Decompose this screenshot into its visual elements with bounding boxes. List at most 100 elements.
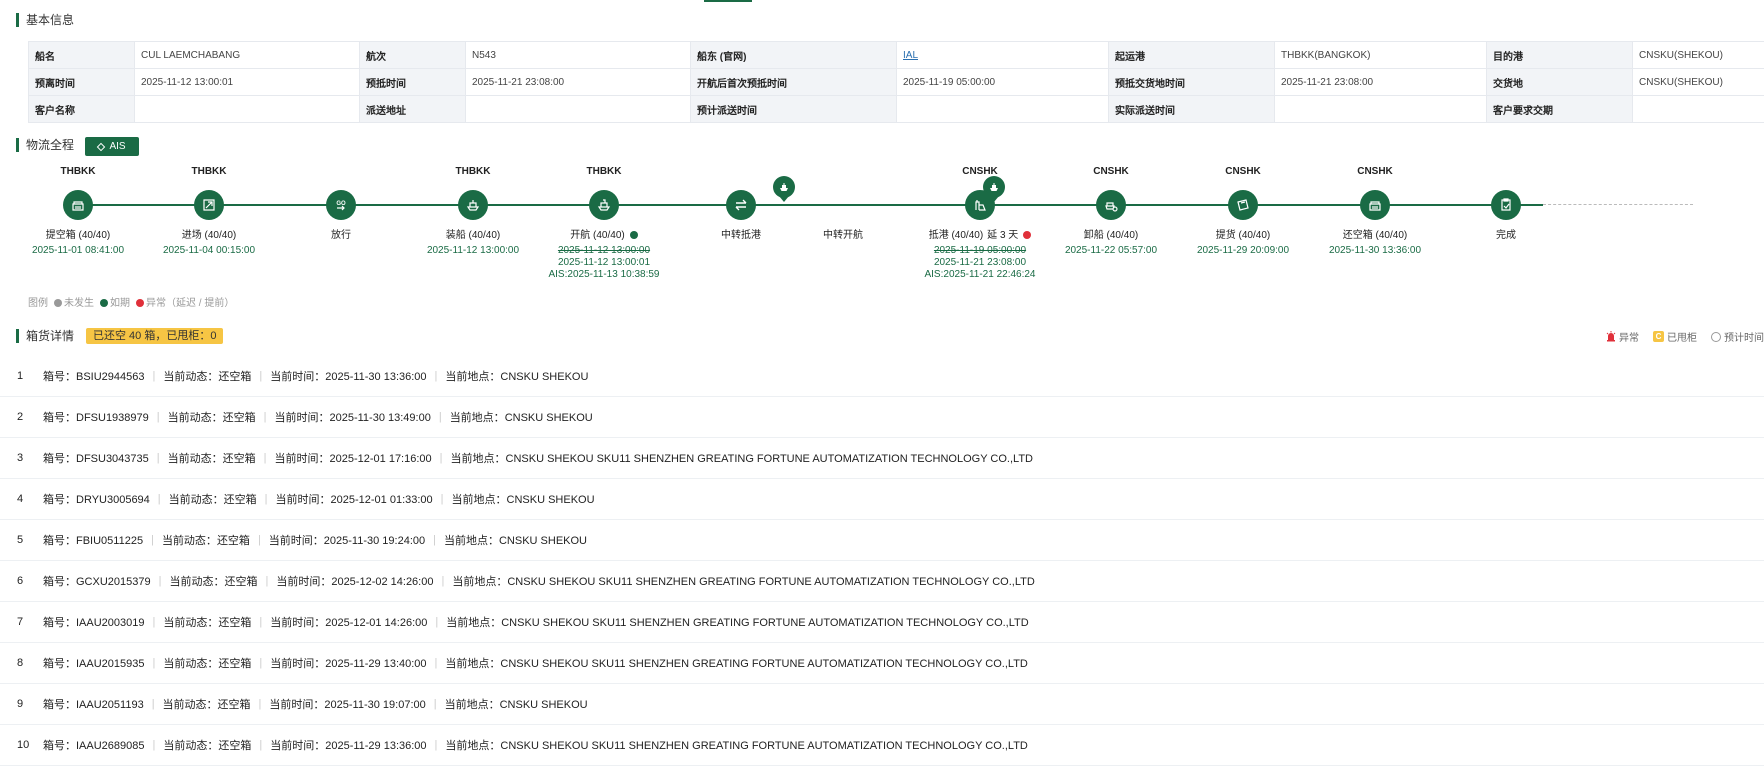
info-row: 预离时间 2025-11-12 13:00:01 预抵时间 2025-11-21 23… (28, 68, 1764, 96)
carrier-link[interactable]: IAL (903, 50, 918, 61)
container-number-label: 箱号： (43, 617, 76, 629)
container-row[interactable]: 4 箱号：DRYU3005694 | 当前动态：还空箱 | 当前时间：2025-12-01… (0, 479, 1764, 520)
container-icon (63, 190, 93, 220)
row-index: 5 (17, 534, 24, 546)
container-number-label: 箱号： (43, 494, 76, 506)
current-status: 当前动态：还空箱 (154, 532, 258, 548)
current-status-value: 还空箱 (217, 699, 251, 711)
legend-item: 异常（延迟 / 提前） (136, 294, 234, 309)
row-index: 9 (17, 698, 24, 710)
current-status: 当前动态：还空箱 (155, 696, 259, 712)
info-value: 2025-11-21 23:08:00 (1274, 68, 1487, 96)
node-label: 完成 (1496, 230, 1516, 241)
current-time: 当前时间：2025-11-30 19:07:00 (261, 696, 433, 712)
node-port (1421, 165, 1591, 179)
current-status-label: 当前动态： (163, 617, 219, 629)
current-time-label: 当前时间： (275, 494, 331, 506)
container-row[interactable]: 10 箱号：IAAU2689085 | 当前动态：还空箱 | 当前时间：2025-11-2… (0, 725, 1764, 766)
container-number: 箱号：DRYU3005694 (35, 491, 158, 507)
current-place-value: CNSKU SHEKOU (499, 699, 588, 711)
current-status-label: 当前动态： (167, 453, 223, 465)
current-time-value: 2025-11-30 19:24:00 (323, 535, 426, 547)
current-place-label: 当前地点： (450, 453, 506, 465)
current-time: 当前时间：2025-11-29 13:36:00 (262, 737, 434, 753)
container-number: 箱号：IAAU2689085 (35, 737, 153, 753)
container-number: 箱号：FBIU0511225 (35, 532, 151, 548)
node-time: 2025-11-12 13:00:00 (557, 245, 651, 256)
current-status-value: 还空箱 (218, 740, 252, 752)
clipboard-check-icon (1491, 190, 1521, 220)
clock-icon (1711, 331, 1721, 342)
current-status-value: 还空箱 (218, 658, 252, 670)
current-time-label: 当前时间： (270, 740, 326, 752)
row-index: 1 (17, 370, 24, 382)
current-time: 当前时间：2025-11-30 13:49:00 (267, 409, 439, 425)
current-status-value: 还空箱 (218, 617, 252, 629)
current-status: 当前动态：还空箱 (161, 573, 265, 589)
row-index: 7 (17, 616, 24, 628)
current-time: 当前时间：2025-11-29 13:40:00 (262, 655, 434, 671)
current-place-value: CNSKU SHEKOU SKU11 SHENZHEN GREATING FOR… (507, 576, 1035, 588)
container-number-value: IAAU2003019 (76, 617, 145, 629)
current-time-label: 当前时间： (270, 658, 326, 670)
container-number-value: DRYU3005694 (76, 494, 150, 506)
current-place: 当前地点：CNSKU SHEKOU SKU11 SHENZHEN GREATIN… (438, 614, 1036, 630)
current-place-value: CNSKU SHEKOU SKU11 SHENZHEN GREATING FOR… (501, 617, 1029, 629)
current-place: 当前地点：CNSKU SHEKOU SKU11 SHENZHEN GREATIN… (444, 573, 1042, 589)
container-row[interactable]: 6 箱号：GCXU2015379 | 当前动态：还空箱 | 当前时间：2025-12-02… (0, 561, 1764, 602)
container-number-label: 箱号： (43, 412, 76, 424)
current-place-value: CNSKU SHEKOU SKU11 SHENZHEN GREATING FOR… (500, 740, 1028, 752)
info-value (1632, 95, 1764, 123)
current-status-value: 还空箱 (224, 576, 258, 588)
timeline-legend: 图例 未发生 如期 异常（延迟 / 提前） (28, 294, 234, 309)
info-label: 目的港 (1486, 41, 1633, 69)
current-status-label: 当前动态： (167, 412, 223, 424)
info-value (465, 95, 691, 123)
ais-button[interactable]: AIS (85, 137, 139, 156)
info-value: THBKK(BANGKOK) (1274, 41, 1487, 69)
current-status-label: 当前动态： (161, 535, 217, 547)
container-number: 箱号：IAAU2003019 (35, 614, 153, 630)
current-status-label: 当前动态： (169, 576, 225, 588)
container-number-label: 箱号： (43, 740, 76, 752)
container-row[interactable]: 9 箱号：IAAU2051193 | 当前动态：还空箱 | 当前时间：2025-11-30… (0, 684, 1764, 725)
container-row[interactable]: 5 箱号：FBIU0511225 | 当前动态：还空箱 | 当前时间：2025-11-30… (0, 520, 1764, 561)
delay-text: 延 3 天 (987, 230, 1019, 241)
current-status-value: 还空箱 (222, 453, 256, 465)
logistics-timeline: THBKK 提空箱 (40/40) 2025-11-01 08:41:00 THBKK… (0, 165, 1764, 285)
active-tab-indicator (704, 0, 752, 2)
container-number: 箱号：IAAU2051193 (35, 696, 152, 712)
info-label: 预计派送时间 (690, 95, 897, 123)
row-index: 4 (17, 493, 24, 505)
container-row[interactable]: 2 箱号：DFSU1938979 | 当前动态：还空箱 | 当前时间：2025-11-30… (0, 397, 1764, 438)
info-label: 客户要求交期 (1486, 95, 1633, 123)
current-place-label: 当前地点： (443, 535, 499, 547)
current-place: 当前地点：CNSKU SHEKOU (442, 409, 601, 425)
container-row[interactable]: 7 箱号：IAAU2003019 | 当前动态：还空箱 | 当前时间：2025-12-01… (0, 602, 1764, 643)
row-index: 8 (17, 657, 24, 669)
legend-title: 图例 (28, 298, 48, 309)
container-number-value: DFSU1938979 (76, 412, 149, 424)
container-row[interactable]: 1 箱号：BSIU2944563 | 当前动态：还空箱 | 当前时间：2025-11-30… (0, 356, 1764, 397)
container-number-value: IAAU2051193 (76, 699, 144, 711)
node-time: 2025-11-30 13:36:00 (1328, 245, 1422, 256)
current-place-label: 当前地点： (445, 371, 501, 383)
container-number-value: GCXU2015379 (76, 576, 151, 588)
current-time-label: 当前时间： (269, 699, 325, 711)
container-row[interactable]: 3 箱号：DFSU3043735 | 当前动态：还空箱 | 当前时间：2025-12-01… (0, 438, 1764, 479)
timeline-node-complete[interactable]: 完成 (1421, 165, 1591, 242)
ship-departure-icon (589, 190, 619, 220)
legend-shutout: C 已甩柜 (1653, 329, 1697, 344)
current-status-value: 还空箱 (223, 494, 257, 506)
container-row[interactable]: 8 箱号：IAAU2015935 | 当前动态：还空箱 | 当前时间：2025-11-29… (0, 643, 1764, 684)
info-value (1274, 95, 1487, 123)
node-time: 2025-11-21 23:08:00 (933, 257, 1027, 268)
current-status: 当前动态：还空箱 (155, 737, 259, 753)
info-label: 船名 (28, 41, 135, 69)
current-place-value: CNSKU SHEKOU SKU11 SHENZHEN GREATING FOR… (500, 658, 1028, 670)
info-label: 客户名称 (28, 95, 135, 123)
container-number-label: 箱号： (43, 576, 76, 588)
svg-text:GO: GO (336, 201, 346, 207)
alarm-icon (1606, 331, 1616, 342)
current-status-value: 还空箱 (222, 412, 256, 424)
